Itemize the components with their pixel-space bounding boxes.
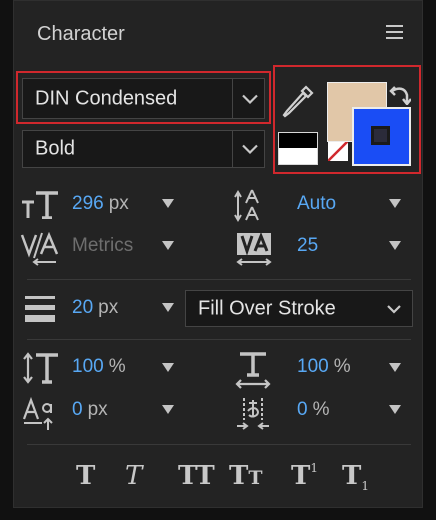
baseline-shift-icon bbox=[22, 396, 53, 430]
no-color-swatch[interactable] bbox=[328, 141, 348, 161]
stroke-swatch-inner bbox=[371, 126, 390, 145]
swap-colors-icon[interactable] bbox=[389, 85, 411, 105]
font-style-value: Bold bbox=[35, 137, 76, 160]
font-family-value: DIN Condensed bbox=[35, 87, 178, 109]
tsume-dropdown[interactable] bbox=[389, 405, 401, 414]
font-family-dropdown[interactable]: DIN Condensed bbox=[22, 78, 265, 119]
swatch-black-white[interactable] bbox=[278, 132, 318, 165]
tracking-dropdown[interactable] bbox=[389, 241, 401, 250]
menu-icon[interactable] bbox=[386, 25, 403, 43]
character-panel: Character DIN Condensed Bold 296 px Auto… bbox=[13, 0, 423, 508]
tracking-field[interactable]: 25 bbox=[297, 235, 318, 257]
stroke-mode-dropdown[interactable]: Fill Over Stroke bbox=[185, 290, 413, 327]
baseline-shift-dropdown[interactable] bbox=[162, 405, 174, 414]
kerning-icon bbox=[20, 232, 59, 266]
chevron-down-icon bbox=[387, 304, 401, 314]
panel-title: Character bbox=[37, 23, 125, 45]
stroke-width-icon bbox=[25, 296, 55, 322]
stroke-color-swatch[interactable] bbox=[352, 107, 411, 166]
all-caps-button[interactable]: TT bbox=[178, 461, 215, 491]
font-size-icon bbox=[22, 191, 58, 219]
small-caps-button[interactable]: TT bbox=[229, 461, 263, 491]
leading-field[interactable]: Auto bbox=[297, 193, 336, 215]
font-style-dropdown[interactable]: Bold bbox=[22, 130, 265, 168]
subscript-button[interactable]: T1 bbox=[342, 461, 369, 493]
tracking-icon bbox=[236, 231, 272, 266]
divider bbox=[27, 339, 411, 340]
superscript-button[interactable]: T1 bbox=[291, 461, 318, 491]
horizontal-scale-field[interactable]: 100% bbox=[297, 356, 351, 378]
stroke-width-field[interactable]: 20 px bbox=[72, 297, 118, 319]
font-size-field[interactable]: 296 px bbox=[72, 193, 129, 215]
font-size-dropdown[interactable] bbox=[162, 199, 174, 208]
faux-italic-button[interactable]: T bbox=[125, 461, 142, 491]
vertical-scale-field[interactable]: 100% bbox=[72, 356, 126, 378]
faux-bold-button[interactable]: T bbox=[76, 461, 95, 491]
divider bbox=[27, 279, 411, 280]
stroke-mode-value: Fill Over Stroke bbox=[198, 297, 336, 319]
tsume-field[interactable]: 0% bbox=[297, 399, 329, 421]
leading-icon bbox=[234, 189, 259, 222]
horizontal-scale-dropdown[interactable] bbox=[389, 363, 401, 372]
divider bbox=[27, 444, 411, 445]
baseline-shift-field[interactable]: 0 px bbox=[72, 399, 108, 421]
stroke-width-dropdown[interactable] bbox=[162, 303, 174, 312]
tsume-icon bbox=[237, 398, 269, 430]
horizontal-scale-icon bbox=[235, 352, 271, 389]
chevron-down-icon bbox=[242, 144, 258, 155]
vertical-scale-icon bbox=[23, 352, 58, 384]
chevron-down-icon bbox=[242, 94, 258, 104]
kerning-dropdown[interactable] bbox=[162, 241, 174, 250]
kerning-field[interactable]: Metrics bbox=[72, 235, 133, 257]
vertical-scale-dropdown[interactable] bbox=[162, 363, 174, 372]
leading-dropdown[interactable] bbox=[389, 199, 401, 208]
eyedropper-icon[interactable] bbox=[280, 85, 314, 121]
